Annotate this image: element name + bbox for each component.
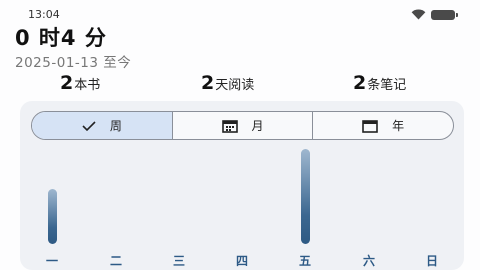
since-date: 2025-01-13 至今 bbox=[15, 55, 132, 71]
range-selector: 周 月 年 bbox=[31, 111, 454, 140]
day-label-7: 日 bbox=[425, 254, 438, 268]
bar-5 bbox=[300, 149, 310, 244]
day-label-5: 五 bbox=[298, 254, 311, 268]
stat-notes-count: 2 bbox=[353, 72, 367, 94]
tab-month[interactable]: 月 bbox=[173, 112, 314, 139]
tab-year-label: 年 bbox=[392, 119, 405, 133]
battery-icon bbox=[431, 10, 458, 20]
bar-1 bbox=[47, 189, 57, 244]
stat-books: 2 本书 bbox=[60, 72, 100, 94]
wifi-icon bbox=[411, 9, 426, 20]
stat-notes-label: 条笔记 bbox=[367, 78, 407, 93]
total-reading-time: 0 时4 分 bbox=[15, 26, 107, 50]
day-label-6: 六 bbox=[362, 254, 375, 268]
status-bar: 13:04 bbox=[0, 0, 480, 22]
day-label-1: 一 bbox=[45, 254, 58, 268]
calendar-blank-icon bbox=[362, 119, 378, 133]
stat-days: 2 天阅读 bbox=[201, 72, 254, 94]
tab-week-label: 周 bbox=[109, 119, 122, 133]
stat-books-count: 2 bbox=[60, 72, 74, 94]
calendar-icon bbox=[221, 119, 238, 133]
day-label-2: 二 bbox=[109, 254, 122, 268]
stat-days-label: 天阅读 bbox=[215, 78, 255, 93]
weekly-reading-chart bbox=[20, 140, 464, 250]
day-label-4: 四 bbox=[235, 254, 248, 268]
stats-row: 2 本书 2 天阅读 2 条笔记 bbox=[0, 72, 480, 94]
stat-books-label: 本书 bbox=[74, 78, 101, 93]
tab-month-label: 月 bbox=[251, 119, 264, 133]
status-time: 13:04 bbox=[28, 8, 60, 21]
check-icon bbox=[82, 120, 96, 131]
tab-year[interactable]: 年 bbox=[313, 112, 453, 139]
tab-week[interactable]: 周 bbox=[32, 112, 173, 139]
stat-days-count: 2 bbox=[201, 72, 215, 94]
stat-notes: 2 条笔记 bbox=[353, 72, 406, 94]
day-label-3: 三 bbox=[172, 254, 185, 268]
